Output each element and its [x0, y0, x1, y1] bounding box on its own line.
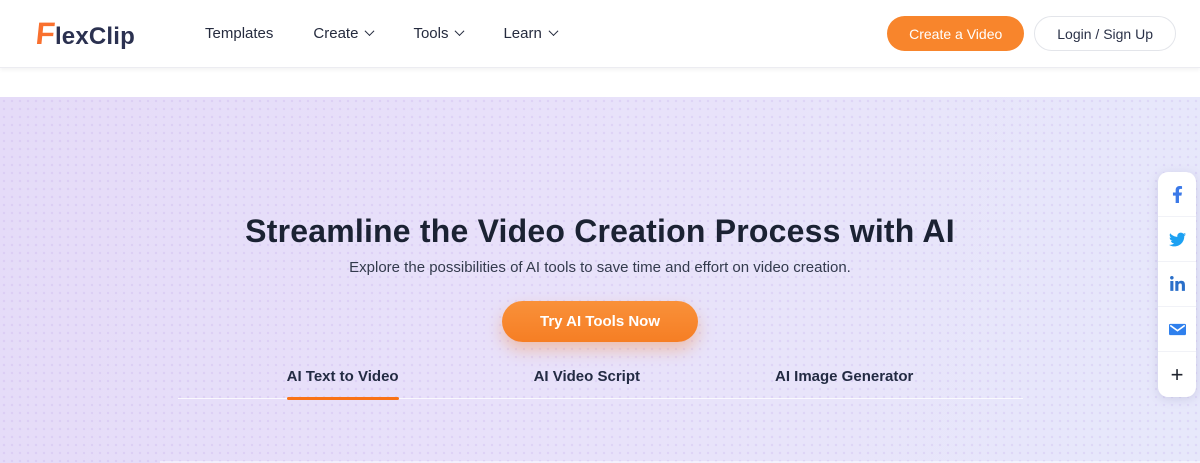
- flexclip-logo[interactable]: FlexClip: [36, 18, 135, 49]
- page-subtitle: Explore the possibilities of AI tools to…: [0, 259, 1200, 276]
- header-actions: Create a Video Login / Sign Up: [887, 16, 1176, 51]
- tab-ai-video-script[interactable]: AI Video Script: [534, 368, 640, 385]
- nav-item-label: Learn: [503, 25, 541, 42]
- plus-icon: +: [1171, 364, 1184, 386]
- chevron-down-icon: [548, 26, 558, 36]
- page-title: Streamline the Video Creation Process wi…: [0, 97, 1200, 251]
- nav-item-tools[interactable]: Tools: [413, 25, 463, 42]
- chevron-down-icon: [365, 26, 375, 36]
- ai-tools-tabs: AI Text to Video AI Video Script AI Imag…: [178, 368, 1023, 399]
- main-nav: Templates Create Tools Learn: [165, 25, 557, 42]
- twitter-icon: [1169, 231, 1186, 248]
- nav-item-label: Create: [313, 25, 358, 42]
- twitter-share-button[interactable]: [1158, 217, 1196, 262]
- more-share-button[interactable]: +: [1158, 352, 1196, 397]
- create-video-button[interactable]: Create a Video: [887, 16, 1024, 51]
- try-ai-tools-button[interactable]: Try AI Tools Now: [502, 301, 698, 342]
- nav-item-label: Templates: [205, 25, 273, 42]
- facebook-icon: [1169, 186, 1186, 203]
- linkedin-icon: [1169, 276, 1186, 293]
- nav-item-templates[interactable]: Templates: [205, 25, 273, 42]
- tab-ai-text-to-video[interactable]: AI Text to Video: [287, 368, 399, 385]
- tab-ai-image-generator[interactable]: AI Image Generator: [775, 368, 913, 385]
- chevron-down-icon: [455, 26, 465, 36]
- top-nav-bar: FlexClip Templates Create Tools Learn Cr…: [0, 0, 1200, 68]
- nav-item-learn[interactable]: Learn: [503, 25, 556, 42]
- nav-item-label: Tools: [413, 25, 448, 42]
- email-icon: [1169, 321, 1186, 338]
- facebook-share-button[interactable]: [1158, 172, 1196, 217]
- flexclip-logo-text: lexClip: [55, 25, 135, 49]
- email-share-button[interactable]: [1158, 307, 1196, 352]
- header-spacer: [0, 68, 1200, 97]
- nav-item-create[interactable]: Create: [313, 25, 373, 42]
- flexclip-logo-icon: F: [34, 18, 56, 49]
- hero-section: Streamline the Video Creation Process wi…: [0, 97, 1200, 463]
- login-signup-button[interactable]: Login / Sign Up: [1034, 16, 1176, 51]
- social-share-bar: +: [1158, 172, 1196, 397]
- linkedin-share-button[interactable]: [1158, 262, 1196, 307]
